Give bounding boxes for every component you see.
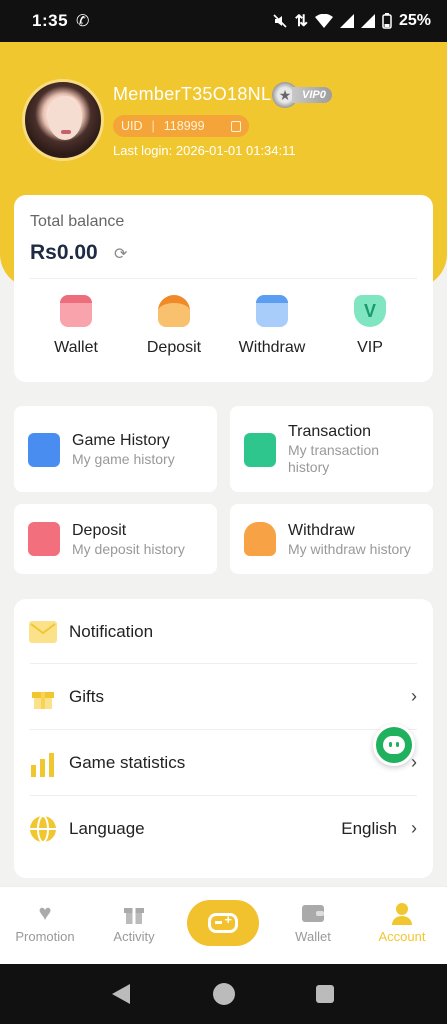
deposit-history-title: Deposit: [72, 522, 127, 539]
nav-wallet[interactable]: Wallet: [268, 901, 358, 944]
gift-box-icon: [121, 901, 147, 925]
balance-card: Total balance Rs0.00 ⟳ Wallet Deposit Wi…: [14, 195, 433, 382]
transaction-subtitle: My transaction history: [288, 442, 380, 475]
menu-gifts[interactable]: Gifts ›: [14, 664, 433, 729]
game-history-icon: [28, 433, 60, 467]
menu-game-statistics[interactable]: Game statistics ›: [14, 730, 433, 795]
data-arrows-icon: ⇅: [294, 13, 308, 30]
nav-account[interactable]: Account: [357, 901, 447, 944]
system-nav-bar: [0, 964, 447, 1024]
game-history-subtitle: My game history: [72, 451, 175, 467]
battery-icon: [382, 13, 392, 29]
back-icon[interactable]: [112, 984, 130, 1004]
menu-language[interactable]: Language English ›: [14, 796, 433, 861]
chevron-right-icon: ›: [411, 686, 417, 706]
home-icon[interactable]: [213, 983, 235, 1005]
transaction-icon: [244, 433, 276, 467]
nav-account-label: Account: [378, 929, 426, 944]
wifi-icon: [314, 14, 333, 28]
withdraw-history-tile[interactable]: Withdraw My withdraw history: [230, 504, 433, 574]
avatar[interactable]: [22, 79, 104, 161]
recents-icon[interactable]: [316, 985, 334, 1003]
nav-wallet-label: Wallet: [295, 929, 331, 944]
deposit-history-icon: [28, 522, 60, 556]
menu-card: Notification Gifts › Game statistics › L…: [14, 599, 433, 878]
deposit-action-label: Deposit: [146, 339, 202, 356]
last-login: Last login: 2026-01-01 01:34:11: [113, 143, 296, 158]
game-history-tile[interactable]: Game History My game history: [14, 406, 217, 492]
wallet-action[interactable]: Wallet: [26, 295, 126, 357]
heart-icon: ♥: [38, 900, 52, 925]
withdraw-history-title: Withdraw: [288, 522, 355, 539]
language-value: English: [341, 818, 397, 838]
game-center-button[interactable]: [187, 900, 259, 946]
vip-badge: ★ VIP0: [272, 82, 332, 108]
withdraw-history-subtitle: My withdraw history: [288, 541, 411, 557]
vip-action-label: VIP: [357, 339, 383, 356]
deposit-icon: [158, 295, 190, 327]
username: MemberT35O18NL: [113, 84, 272, 104]
gift-icon: [28, 683, 58, 711]
status-bar: 1:35 ✆ ⇅ 25%: [0, 0, 447, 42]
withdraw-action-label: Withdraw: [238, 339, 306, 356]
uid-value: 118999: [163, 119, 205, 133]
battery-percent: 25%: [398, 12, 431, 29]
nav-promotion[interactable]: ♥ Promotion: [0, 900, 90, 945]
uid-pill[interactable]: UID | 118999: [113, 115, 249, 137]
balance-label: Total balance: [30, 213, 125, 230]
chevron-right-icon: ›: [411, 818, 417, 838]
nav-activity[interactable]: Activity: [89, 901, 179, 944]
missed-call-icon: ✆: [76, 13, 90, 30]
bar-chart-icon: [28, 749, 58, 777]
notification-label: Notification: [69, 621, 154, 641]
deposit-action[interactable]: Deposit: [124, 295, 224, 357]
envelope-icon: [28, 618, 58, 646]
transaction-tile[interactable]: Transaction My transaction history: [230, 406, 433, 492]
gamepad-icon: [208, 912, 238, 933]
deposit-history-subtitle: My deposit history: [72, 541, 185, 557]
divider: [30, 278, 417, 279]
wallet-nav-icon: [300, 901, 326, 925]
withdraw-icon: [256, 295, 288, 327]
globe-icon: [28, 814, 58, 843]
status-icons: ⇅ 25%: [272, 11, 431, 31]
game-statistics-label: Game statistics: [69, 752, 186, 772]
wallet-icon: [60, 295, 92, 327]
withdraw-action[interactable]: Withdraw: [222, 295, 322, 357]
account-icon: [389, 901, 415, 925]
refresh-icon[interactable]: ⟳: [114, 244, 127, 264]
signal-icon-2: [360, 14, 375, 28]
mute-icon: [272, 13, 288, 29]
vip-icon: V: [354, 295, 386, 327]
language-label: Language: [69, 818, 145, 838]
nav-promotion-label: Promotion: [15, 929, 75, 944]
copy-icon[interactable]: [231, 120, 241, 132]
uid-label: UID: [121, 119, 143, 133]
game-history-title: Game History: [72, 432, 170, 449]
gifts-label: Gifts: [69, 686, 104, 706]
wallet-action-label: Wallet: [54, 339, 98, 356]
withdraw-history-icon: [244, 522, 276, 556]
transaction-title: Transaction: [288, 423, 371, 440]
deposit-history-tile[interactable]: Deposit My deposit history: [14, 504, 217, 574]
menu-notification[interactable]: Notification: [14, 599, 433, 664]
vip-level: VIP0: [292, 87, 332, 103]
nav-activity-label: Activity: [113, 929, 155, 944]
support-chat-icon[interactable]: [373, 724, 415, 766]
balance-amount: Rs0.00: [30, 241, 98, 264]
vip-action[interactable]: V VIP: [320, 295, 420, 357]
signal-icon-1: [339, 14, 354, 28]
status-time: 1:35: [32, 11, 69, 30]
